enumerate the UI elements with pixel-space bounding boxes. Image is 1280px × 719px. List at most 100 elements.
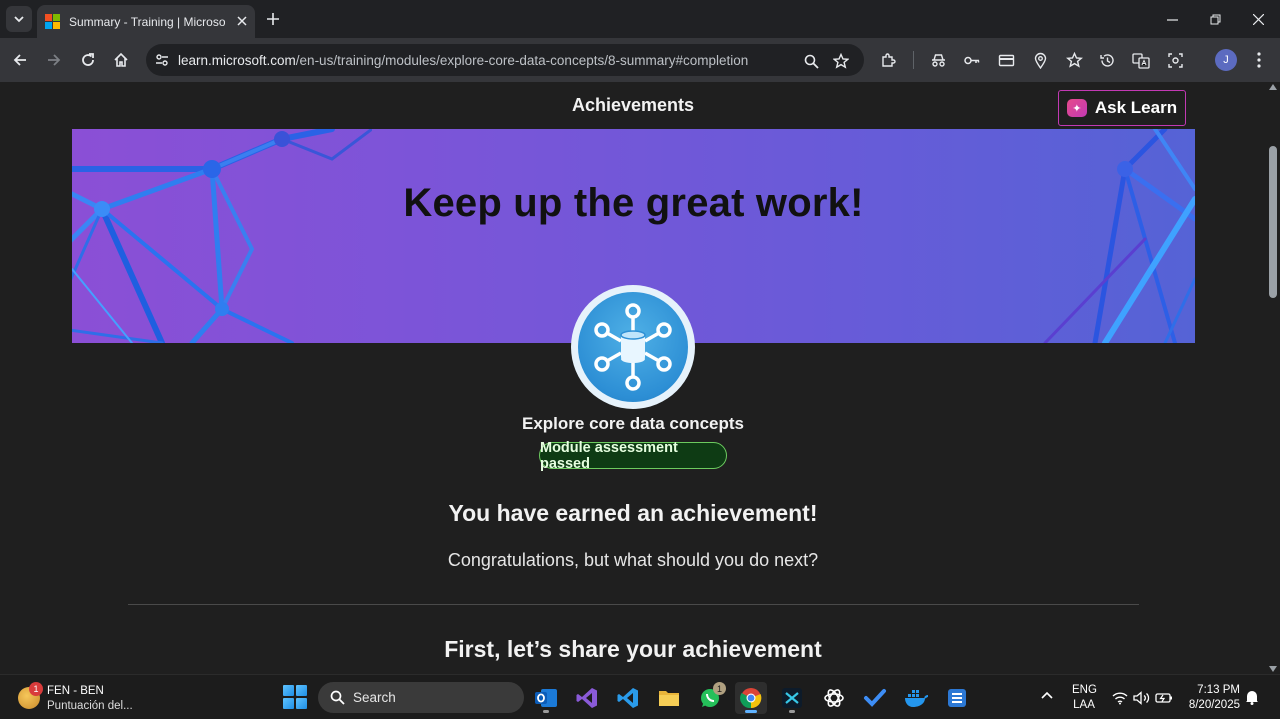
visual-studio-app[interactable] — [571, 682, 603, 714]
docker-whale-icon — [905, 690, 929, 707]
screenshot-icon[interactable] — [1164, 49, 1186, 71]
forward-button[interactable] — [41, 47, 67, 73]
network-graphic-left — [72, 129, 372, 343]
ask-learn-label: Ask Learn — [1094, 98, 1178, 117]
wifi-icon[interactable] — [1110, 688, 1130, 708]
translate-icon[interactable] — [1130, 49, 1152, 71]
app-indicator — [543, 710, 549, 713]
whatsapp-badge: 1 — [713, 682, 726, 695]
app-indicator — [789, 710, 795, 713]
reload-button[interactable] — [75, 47, 101, 73]
chevron-down-icon — [14, 16, 24, 23]
scroll-down-arrow-icon[interactable] — [1269, 666, 1277, 672]
notification-bell-icon[interactable] — [1245, 689, 1259, 710]
database-stack-icon — [948, 689, 966, 707]
url-path: /en-us/training/modules/explore-core-dat… — [295, 52, 749, 68]
battery-charging-icon[interactable] — [1154, 688, 1174, 708]
windows-taskbar: 1 FEN - BEN Puntuación del... Search 1 E… — [0, 674, 1280, 719]
restore-button[interactable] — [1195, 6, 1235, 32]
dbeaver-app[interactable] — [941, 682, 973, 714]
page-content: Achievements ✦ Ask Learn Keep up the gre… — [0, 82, 1266, 674]
chatgpt-icon — [824, 689, 844, 707]
whatsapp-app[interactable]: 1 — [694, 682, 726, 714]
back-button[interactable] — [7, 47, 33, 73]
weather-line-1: FEN - BEN — [47, 685, 104, 697]
chatgpt-app[interactable] — [818, 682, 850, 714]
key-icon[interactable] — [961, 49, 983, 71]
reload-icon — [82, 53, 94, 66]
incognito-extension-icon[interactable] — [927, 49, 949, 71]
url-text: learn.microsoft.com/en-us/training/modul… — [178, 53, 748, 68]
outlook-icon — [535, 689, 557, 707]
banner-title: Keep up the great work! — [403, 181, 864, 225]
weather-notification-badge: 1 — [29, 682, 43, 696]
history-icon[interactable] — [1096, 49, 1118, 71]
clock-time: 7:13 PM — [1197, 684, 1240, 696]
cursor-app[interactable] — [776, 682, 808, 714]
location-pin-icon[interactable] — [1029, 49, 1051, 71]
start-button-windows-icon[interactable] — [283, 685, 307, 709]
home-icon — [114, 52, 128, 67]
site-info-icon[interactable] — [154, 52, 170, 68]
scroll-thumb[interactable] — [1269, 146, 1277, 298]
system-clock[interactable]: 7:13 PM 8/20/2025 — [1180, 683, 1240, 713]
lang-line-2: LAA — [1073, 699, 1095, 711]
file-explorer-app[interactable] — [653, 682, 685, 714]
extensions-icon[interactable] — [877, 49, 899, 71]
cursor-ide-icon — [782, 688, 802, 708]
credit-card-icon[interactable] — [995, 49, 1017, 71]
kebab-menu-icon[interactable] — [1248, 49, 1270, 71]
tab-title: Summary - Training | Microsoft Learn — [69, 14, 225, 29]
volume-icon[interactable] — [1132, 688, 1152, 708]
todo-app[interactable] — [859, 682, 891, 714]
home-button[interactable] — [108, 47, 134, 73]
plus-icon — [267, 13, 279, 25]
app-indicator-active — [745, 710, 757, 713]
module-name: Explore core data concepts — [521, 414, 745, 433]
vscode-app[interactable] — [612, 682, 644, 714]
microsoft-logo-icon — [45, 13, 61, 30]
docker-app[interactable] — [900, 682, 932, 714]
taskbar-search[interactable]: Search — [318, 682, 524, 713]
favorites-icon[interactable] — [1063, 49, 1085, 71]
chrome-app[interactable] — [735, 682, 767, 714]
weather-widget[interactable]: 1 FEN - BEN Puntuación del... — [16, 682, 166, 714]
tray-overflow-chevron-icon[interactable] — [1040, 689, 1054, 708]
earned-heading: You have earned an achievement! — [448, 500, 818, 526]
bookmark-star-icon[interactable] — [830, 50, 852, 72]
input-language[interactable]: ENG LAA — [1072, 683, 1097, 713]
folder-icon — [659, 691, 679, 706]
scroll-up-arrow-icon[interactable] — [1269, 84, 1277, 90]
data-network-icon — [578, 292, 688, 402]
tab-search-button[interactable] — [6, 6, 32, 32]
address-bar[interactable]: learn.microsoft.com/en-us/training/modul… — [146, 44, 864, 76]
zoom-icon[interactable] — [800, 50, 822, 72]
vscode-icon — [617, 688, 638, 708]
arrow-right-icon — [48, 54, 61, 66]
profile-avatar[interactable]: J — [1215, 49, 1237, 71]
lang-line-1: ENG — [1072, 684, 1097, 696]
share-heading: First, let’s share your achievement — [444, 636, 822, 662]
minimize-icon — [1166, 18, 1178, 21]
minimize-button[interactable] — [1152, 6, 1192, 32]
search-icon — [330, 690, 345, 705]
page-scrollbar[interactable] — [1266, 82, 1280, 674]
close-window-button[interactable] — [1238, 6, 1278, 32]
ask-learn-button[interactable]: ✦ Ask Learn — [1058, 90, 1186, 126]
network-graphic-right — [1043, 129, 1195, 343]
close-tab-icon[interactable] — [237, 13, 247, 31]
section-divider — [128, 604, 1139, 605]
checkmark-icon — [864, 689, 886, 707]
tab-active[interactable]: Summary - Training | Microsoft Learn — [37, 5, 255, 38]
weather-line-2: Puntuación del... — [47, 700, 133, 712]
outlook-app[interactable] — [530, 682, 562, 714]
new-tab-button[interactable] — [262, 8, 284, 30]
congrats-text: Congratulations, but what should you do … — [447, 550, 819, 570]
url-host: learn.microsoft.com — [178, 52, 296, 68]
tab-strip: Summary - Training | Microsoft Learn — [0, 0, 1280, 38]
chrome-icon — [740, 688, 762, 709]
assessment-passed-badge: Module assessment passed — [539, 440, 727, 472]
module-trophy-badge — [571, 285, 695, 409]
ask-learn-sparkle-icon: ✦ — [1066, 99, 1087, 117]
arrow-left-icon — [13, 54, 26, 66]
